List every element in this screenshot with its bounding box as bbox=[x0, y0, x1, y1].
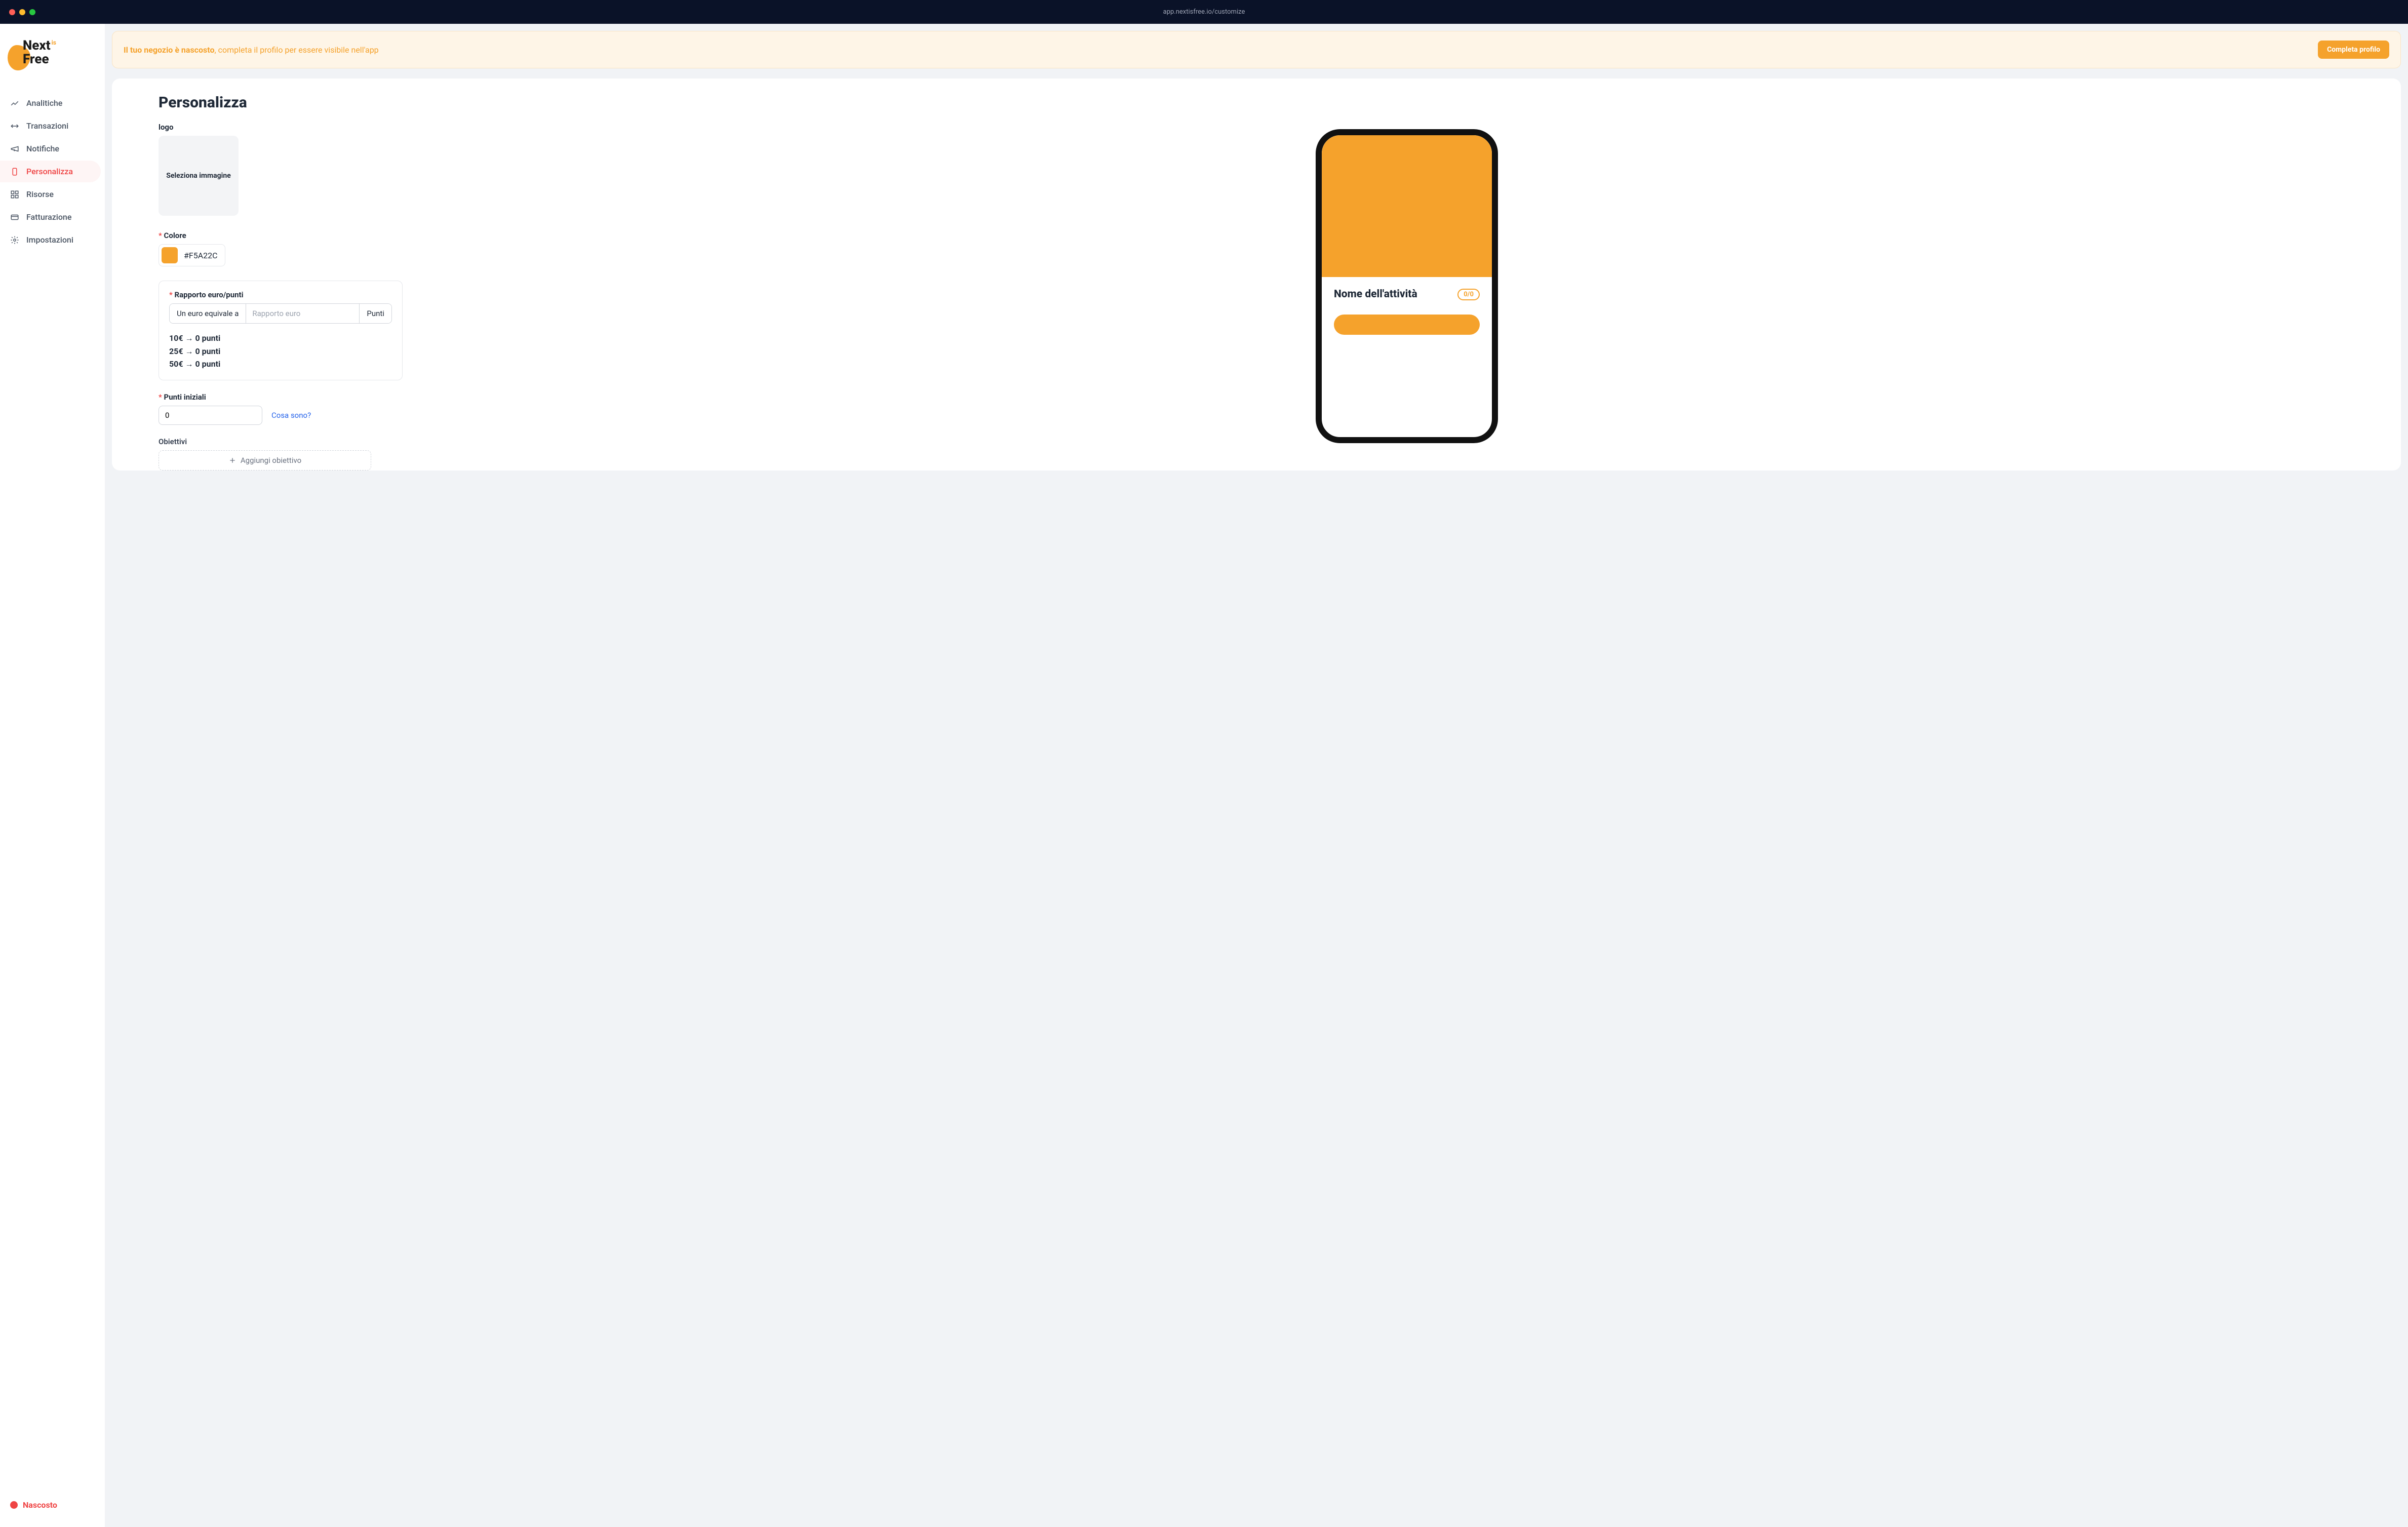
customize-card: Personalizza logo Seleziona immagine Col… bbox=[112, 79, 2401, 471]
logo-upload[interactable]: Seleziona immagine bbox=[159, 136, 239, 216]
nav-notifications[interactable]: Notifiche bbox=[0, 138, 105, 160]
nav-settings[interactable]: Impostazioni bbox=[0, 229, 105, 251]
banner-rest: , completa il profilo per essere visibil… bbox=[215, 45, 379, 55]
color-label: Colore bbox=[159, 231, 403, 240]
phone-icon bbox=[10, 167, 19, 176]
ratio-label: Rapporto euro/punti bbox=[169, 290, 392, 299]
ratio-prefix: Un euro equivale a bbox=[170, 304, 246, 323]
initial-points-help[interactable]: Cosa sono? bbox=[271, 411, 311, 420]
preview-points-badge: 0/0 bbox=[1457, 289, 1480, 300]
nav-label: Fatturazione bbox=[26, 212, 71, 222]
color-hex: #F5A22C bbox=[184, 251, 218, 260]
close-window-icon[interactable] bbox=[9, 9, 15, 15]
traffic-lights bbox=[9, 9, 35, 15]
nav: Analitiche Transazioni Notifiche Persona… bbox=[0, 92, 105, 1493]
banner-bold: Il tuo negozio è nascosto bbox=[124, 45, 215, 55]
logo-upload-text: Seleziona immagine bbox=[166, 172, 231, 180]
nav-resources[interactable]: Risorse bbox=[0, 183, 105, 205]
nav-billing[interactable]: Fatturazione bbox=[0, 206, 105, 228]
phone-frame: Nome dell'attività 0/0 bbox=[1316, 129, 1498, 443]
minimize-window-icon[interactable] bbox=[19, 9, 25, 15]
example-row: 50€ → 0 punti bbox=[169, 358, 392, 371]
transactions-icon bbox=[10, 122, 19, 131]
titlebar: app.nextisfree.io/customize bbox=[0, 0, 2408, 24]
logo-line1: Next bbox=[23, 38, 51, 53]
add-objective-label: Aggiungi obiettivo bbox=[241, 456, 301, 465]
nav-customize[interactable]: Personalizza bbox=[0, 161, 101, 182]
ratio-suffix: Punti bbox=[359, 304, 391, 323]
ratio-input-group: Un euro equivale a Punti bbox=[169, 303, 392, 324]
nav-transactions[interactable]: Transazioni bbox=[0, 115, 105, 137]
nav-label: Analitiche bbox=[26, 98, 62, 108]
complete-profile-button[interactable]: Completa profilo bbox=[2318, 41, 2389, 59]
banner-text: Il tuo negozio è nascosto, completa il p… bbox=[124, 45, 379, 55]
nav-label: Transazioni bbox=[26, 121, 68, 131]
example-row: 10€ → 0 punti bbox=[169, 332, 392, 345]
color-picker[interactable]: #F5A22C bbox=[159, 244, 225, 266]
store-status: Nascosto bbox=[0, 1493, 105, 1517]
analytics-icon bbox=[10, 99, 19, 108]
logo-line2: Free bbox=[23, 52, 49, 67]
sidebar: Nextis Free Analitiche Transazioni Notif… bbox=[0, 24, 105, 1527]
card-icon bbox=[10, 213, 19, 222]
logo-label: logo bbox=[159, 123, 403, 132]
nav-analytics[interactable]: Analitiche bbox=[0, 92, 105, 114]
add-objective-button[interactable]: Aggiungi obiettivo bbox=[159, 450, 371, 471]
brand-logo: Nextis Free bbox=[0, 34, 105, 92]
status-text: Nascosto bbox=[23, 1500, 57, 1510]
phone-hero bbox=[1322, 135, 1492, 277]
plus-icon bbox=[228, 456, 236, 464]
initial-points-input[interactable] bbox=[159, 406, 262, 425]
form: Personalizza logo Seleziona immagine Col… bbox=[112, 94, 403, 471]
page-title: Personalizza bbox=[159, 94, 403, 111]
preview-progress-bar bbox=[1334, 315, 1480, 335]
address-bar: app.nextisfree.io/customize bbox=[1163, 8, 1245, 16]
alert-banner: Il tuo negozio è nascosto, completa il p… bbox=[112, 31, 2401, 68]
example-row: 25€ → 0 punti bbox=[169, 345, 392, 358]
ratio-section: Rapporto euro/punti Un euro equivale a P… bbox=[159, 281, 403, 380]
gear-icon bbox=[10, 236, 19, 245]
ratio-examples: 10€ → 0 punti 25€ → 0 punti 50€ → 0 punt… bbox=[169, 332, 392, 371]
phone-preview: Nome dell'attività 0/0 bbox=[413, 94, 2401, 471]
color-swatch bbox=[162, 247, 178, 263]
nav-label: Impostazioni bbox=[26, 235, 73, 245]
initial-points-label: Punti iniziali bbox=[159, 393, 403, 402]
status-dot-icon bbox=[10, 1501, 18, 1509]
grid-icon bbox=[10, 190, 19, 199]
nav-label: Risorse bbox=[26, 189, 54, 199]
ratio-input[interactable] bbox=[246, 304, 359, 323]
main: Il tuo negozio è nascosto, completa il p… bbox=[105, 24, 2408, 1527]
preview-business-name: Nome dell'attività bbox=[1334, 288, 1417, 300]
megaphone-icon bbox=[10, 144, 19, 153]
logo-sup: is bbox=[52, 39, 56, 46]
nav-label: Notifiche bbox=[26, 144, 59, 153]
objectives-label: Obiettivi bbox=[159, 437, 403, 446]
maximize-window-icon[interactable] bbox=[29, 9, 35, 15]
nav-label: Personalizza bbox=[26, 167, 73, 176]
